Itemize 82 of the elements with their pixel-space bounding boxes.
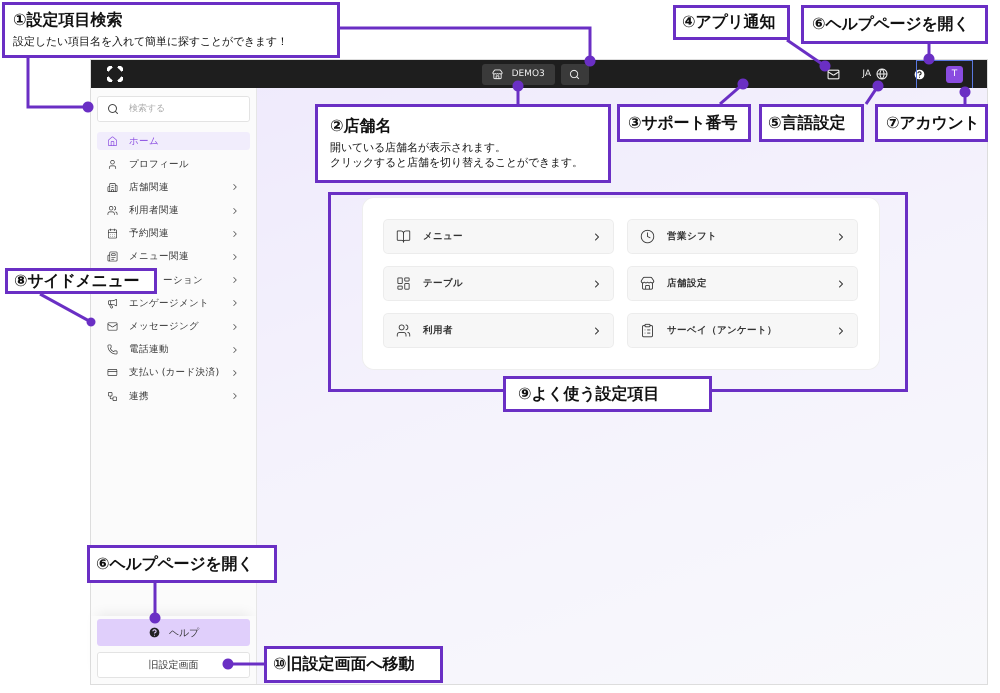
shortcut-label: サーベイ（アンケート） (667, 324, 778, 337)
sidebar-item[interactable]: 利用者関連 (97, 202, 250, 220)
megaphone-icon (107, 298, 118, 309)
sidebar-item[interactable]: 連携 (97, 387, 250, 406)
home-icon (107, 136, 118, 146)
sidebar-item[interactable]: ーション (159, 271, 250, 290)
help-icon (148, 626, 161, 639)
sidebar-item[interactable]: 支払い (カード決済) (97, 364, 250, 382)
callout-title: ⑨よく使う設定項目 (518, 384, 661, 404)
newspaper-icon (107, 251, 118, 262)
help-icon[interactable] (913, 68, 926, 80)
sidebar-item-label: メニュー関連 (129, 250, 190, 264)
search-icon (569, 68, 580, 80)
mail-icon[interactable] (827, 68, 840, 80)
store-selector[interactable]: DEMO3 (482, 64, 555, 84)
sidebar-item[interactable]: メニュー関連 (97, 248, 250, 266)
sidebar-item-label: 連携 (129, 390, 150, 403)
shortcut-card[interactable]: 利用者 (383, 313, 614, 348)
sidebar-item[interactable]: エンゲージメント (97, 294, 250, 312)
store-icon (492, 68, 503, 80)
sidebar-item-label: エンゲージメント (129, 296, 210, 310)
callout-description: 開いている店舗名が表示されます。 (330, 141, 507, 156)
workflow-icon (107, 390, 118, 402)
sidebar-item[interactable]: メッセージング (97, 318, 250, 336)
callout-title: ②店舗名 (330, 116, 393, 138)
callout-title: ④アプリ通知 (682, 12, 777, 33)
shortcut-label: 利用者 (423, 324, 454, 337)
clipboard-icon (640, 323, 655, 338)
sidebar-item-label: 電話連動 (129, 343, 170, 356)
book-icon (396, 229, 411, 244)
credit-card-icon (107, 367, 118, 378)
callout-title: ⑥ヘルプページを開く (96, 554, 255, 574)
clock-icon (640, 229, 655, 244)
search-icon (107, 103, 119, 115)
shortcut-label: 営業シフト (667, 230, 718, 243)
store-icon (640, 276, 655, 291)
sidebar-item[interactable]: 電話連動 (97, 340, 250, 359)
sidebar-item-label: メッセージング (129, 320, 200, 333)
shortcut-card[interactable]: サーベイ（アンケート） (627, 313, 858, 348)
globe-icon[interactable] (876, 68, 888, 80)
callout-description: 設定したい項目名を入れて簡単に探すことができます！ (13, 35, 289, 50)
shortcut-card[interactable]: 営業シフト (627, 219, 858, 254)
sidebar-item[interactable]: プロフィール (97, 155, 250, 174)
help-button[interactable]: ヘルプ (97, 619, 250, 646)
sidebar-item-label: ホーム (129, 134, 160, 148)
leader-line (864, 80, 884, 105)
shortcut-label: メニュー (423, 230, 464, 243)
callout-title: ⑦アカウント (886, 112, 977, 134)
mail-icon (107, 321, 118, 332)
callout-title: ⑩旧設定画面へ移動 (273, 654, 416, 675)
calendar-icon (107, 228, 118, 240)
callout-title: ⑧サイドメニュー (14, 270, 141, 292)
users-icon (107, 205, 118, 216)
sidebar-item-label: 支払い (カード決済) (128, 366, 220, 380)
account-avatar[interactable]: T (946, 66, 963, 82)
callout-title: ⑤言語設定 (768, 112, 847, 134)
sidebar-item-label: ーション (163, 274, 204, 287)
logo-icon (107, 66, 123, 82)
shortcut-card[interactable]: テーブル (383, 266, 614, 301)
sidebar-item[interactable]: 予約関連 (97, 224, 250, 243)
sidebar-item-label: プロフィール (129, 158, 190, 171)
building-icon (107, 182, 118, 193)
shortcut-label: 店舗設定 (667, 277, 708, 290)
shortcut-label: テーブル (423, 277, 464, 290)
callout-title: ③サポート番号 (628, 112, 739, 134)
shortcut-card[interactable]: 店舗設定 (627, 266, 858, 301)
users-icon (396, 323, 411, 338)
phone-icon (107, 344, 118, 356)
language-label[interactable]: JA (862, 69, 871, 79)
search-field[interactable]: 検索する (97, 96, 250, 122)
sidebar-item-label: 店舗関連 (129, 180, 170, 194)
callout-description: クリックすると店舗を切り替えることができます。 (330, 156, 584, 171)
sidebar-item-label: 利用者関連 (129, 204, 180, 218)
search-button[interactable] (560, 64, 589, 84)
callout-title: ⑥ヘルプページを開く (812, 14, 971, 35)
shortcut-card[interactable]: メニュー (383, 219, 614, 254)
sidebar-item-label: 予約関連 (129, 227, 170, 240)
callout-title: ①設定項目検索 (13, 10, 124, 32)
sidebar-item[interactable]: 店舗関連 (97, 178, 250, 196)
user-icon (107, 158, 118, 170)
sidebar-item[interactable]: ホーム (97, 132, 250, 150)
legacy-settings-button[interactable]: 旧設定画面 (97, 652, 250, 678)
